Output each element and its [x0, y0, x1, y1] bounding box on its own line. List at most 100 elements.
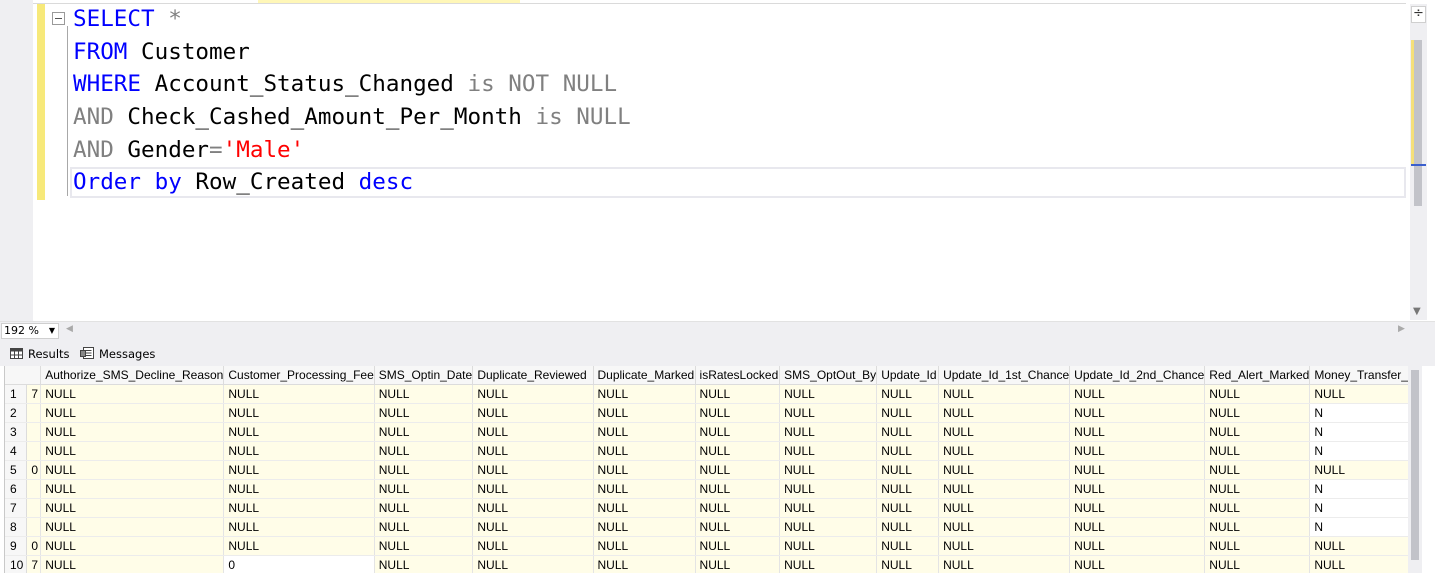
table-cell[interactable]: NULL	[695, 536, 781, 556]
table-cell[interactable]	[26, 403, 42, 423]
table-cell[interactable]: NULL	[40, 422, 225, 442]
table-cell[interactable]: N	[1309, 422, 1409, 442]
code-line[interactable]: FROM Customer	[73, 36, 250, 69]
row-number[interactable]: 5	[5, 460, 28, 480]
row-number[interactable]: 1	[5, 384, 28, 404]
column-header[interactable]: Update_Id_1st_Chance	[938, 366, 1071, 385]
table-cell[interactable]: NULL	[593, 403, 696, 423]
grid-vertical-scrollbar[interactable]	[1408, 366, 1422, 573]
table-cell[interactable]: NULL	[593, 422, 696, 442]
table-cell[interactable]: NULL	[779, 384, 878, 404]
table-cell[interactable]: NULL	[40, 479, 225, 499]
grid-scrollbar-thumb[interactable]	[1411, 370, 1419, 560]
table-cell[interactable]: NULL	[223, 479, 375, 499]
table-cell[interactable]: NULL	[472, 460, 594, 480]
table-cell[interactable]: NULL	[223, 422, 375, 442]
table-cell[interactable]: NULL	[1204, 498, 1311, 518]
column-header[interactable]: Update_Id_2nd_Chance	[1069, 366, 1206, 385]
table-cell[interactable]: NULL	[472, 517, 594, 537]
table-cell[interactable]: NULL	[593, 460, 696, 480]
table-cell[interactable]: NULL	[374, 422, 474, 442]
table-row[interactable]: 7 NULL NULL NULL NULL NULL NULL NULL NULL NULL NUL…	[5, 498, 1409, 518]
table-cell[interactable]: NULL	[374, 498, 474, 518]
table-cell[interactable]: NULL	[779, 403, 878, 423]
table-cell[interactable]: NULL	[1069, 536, 1206, 556]
scroll-left-icon[interactable]: ◀	[66, 324, 73, 334]
table-cell[interactable]: NULL	[876, 479, 940, 499]
table-cell[interactable]: NULL	[472, 441, 594, 461]
chevron-down-icon[interactable]: ▼	[49, 324, 55, 338]
table-cell[interactable]: NULL	[472, 479, 594, 499]
table-cell[interactable]: N	[1309, 441, 1409, 461]
table-cell[interactable]: NULL	[695, 441, 781, 461]
table-cell[interactable]: NULL	[876, 441, 940, 461]
table-cell[interactable]: NULL	[374, 517, 474, 537]
column-header[interactable]: SMS_Optin_Date	[374, 366, 474, 385]
code-line[interactable]: Order by Row_Created desc	[73, 166, 413, 199]
table-cell[interactable]: NULL	[695, 384, 781, 404]
table-cell[interactable]: N	[1309, 479, 1409, 499]
row-number[interactable]: 9	[5, 536, 28, 556]
table-cell[interactable]: NULL	[938, 536, 1071, 556]
table-cell[interactable]: NULL	[374, 460, 474, 480]
table-cell[interactable]: NULL	[374, 555, 474, 573]
table-cell[interactable]: NULL	[938, 479, 1071, 499]
table-cell[interactable]: NULL	[876, 460, 940, 480]
column-header[interactable]: SMS_OptOut_By	[779, 366, 878, 385]
row-header-corner[interactable]	[5, 366, 42, 385]
zoom-select[interactable]: 192 % ▼	[1, 323, 59, 339]
scrollbar-thumb[interactable]	[1414, 40, 1422, 206]
table-cell[interactable]: NULL	[938, 422, 1071, 442]
scroll-down-icon[interactable]: ▼	[1413, 306, 1421, 317]
tab-results[interactable]: Results	[4, 343, 76, 365]
table-cell[interactable]: 7	[26, 555, 42, 573]
table-cell[interactable]: NULL	[876, 498, 940, 518]
table-cell[interactable]: NULL	[1204, 441, 1311, 461]
table-cell[interactable]: NULL	[695, 460, 781, 480]
table-cell[interactable]: NULL	[1069, 479, 1206, 499]
table-cell[interactable]: NULL	[374, 479, 474, 499]
table-cell[interactable]: NULL	[1069, 460, 1206, 480]
table-cell[interactable]: NULL	[472, 498, 594, 518]
column-header[interactable]: Money_Transfer_	[1309, 366, 1409, 385]
row-number[interactable]: 10	[5, 555, 28, 573]
table-cell[interactable]: NULL	[1309, 460, 1409, 480]
table-cell[interactable]: NULL	[1069, 384, 1206, 404]
row-number[interactable]: 2	[5, 403, 28, 423]
table-cell[interactable]: NULL	[779, 536, 878, 556]
table-cell[interactable]: NULL	[223, 403, 375, 423]
table-cell[interactable]: NULL	[472, 536, 594, 556]
column-header[interactable]: Duplicate_Marked	[593, 366, 696, 385]
table-cell[interactable]: NULL	[695, 479, 781, 499]
table-cell[interactable]: NULL	[695, 403, 781, 423]
table-cell[interactable]: NULL	[472, 403, 594, 423]
table-cell[interactable]: NULL	[1069, 441, 1206, 461]
table-cell[interactable]: NULL	[1309, 384, 1409, 404]
table-cell[interactable]: NULL	[472, 555, 594, 573]
table-cell[interactable]: NULL	[1069, 555, 1206, 573]
scroll-right-icon[interactable]: ▶	[1398, 324, 1405, 334]
table-cell[interactable]: NULL	[1204, 384, 1311, 404]
results-grid[interactable]: Authorize_SMS_Decline_Reason Customer_Pro…	[4, 366, 1409, 573]
table-cell[interactable]: NULL	[1204, 517, 1311, 537]
table-cell[interactable]: N	[1309, 403, 1409, 423]
table-cell[interactable]: NULL	[223, 460, 375, 480]
table-cell[interactable]: NULL	[695, 498, 781, 518]
table-cell[interactable]: NULL	[938, 403, 1071, 423]
table-cell[interactable]: NULL	[223, 384, 375, 404]
table-cell[interactable]: NULL	[779, 422, 878, 442]
table-cell[interactable]: NULL	[1069, 517, 1206, 537]
column-header[interactable]: Update_Id	[876, 366, 940, 385]
table-row[interactable]: 6 NULL NULL NULL NULL NULL NULL NULL NULL NULL NUL…	[5, 479, 1409, 499]
table-cell[interactable]: NULL	[876, 403, 940, 423]
table-cell[interactable]: NULL	[695, 555, 781, 573]
table-cell[interactable]: NULL	[779, 555, 878, 573]
table-cell[interactable]: NULL	[876, 517, 940, 537]
collapse-icon[interactable]	[52, 12, 65, 25]
table-cell[interactable]: NULL	[40, 555, 225, 573]
table-cell[interactable]: NULL	[223, 517, 375, 537]
table-cell[interactable]: NULL	[40, 384, 225, 404]
table-cell[interactable]	[26, 441, 42, 461]
table-cell[interactable]: NULL	[1204, 479, 1311, 499]
table-cell[interactable]: 0	[26, 460, 42, 480]
